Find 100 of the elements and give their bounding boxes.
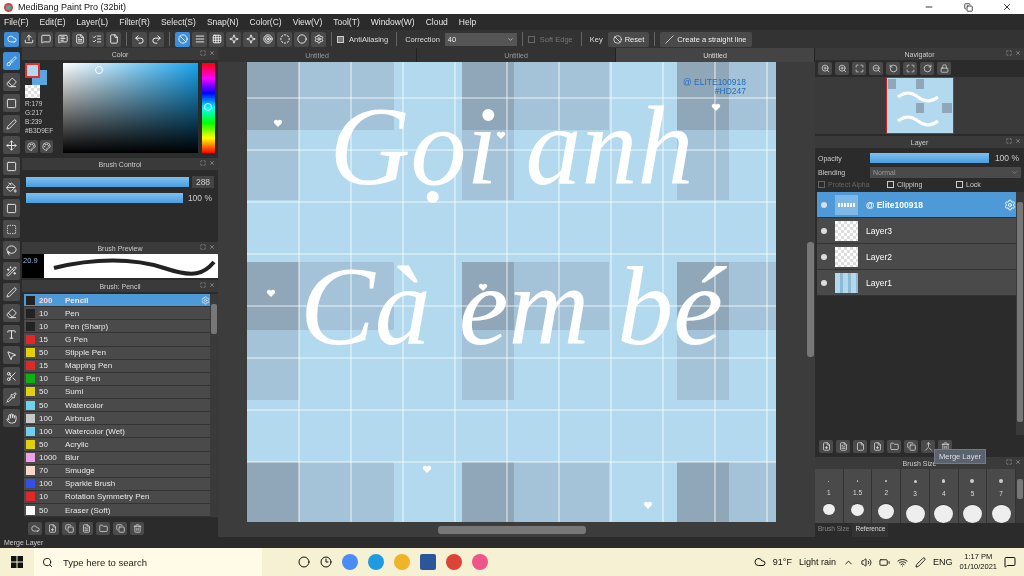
zoom-out-button[interactable] [869,62,883,75]
comment-button[interactable] [55,31,70,47]
brush-list-item[interactable]: 50 Watercolor [24,399,210,413]
lasso-tool[interactable] [2,241,20,259]
menu-item[interactable]: Window(W) [370,17,415,27]
menu-item[interactable]: Color(C) [249,17,282,27]
zoom-fit-button[interactable] [818,62,832,75]
brush-list-item[interactable]: 10 Pen (Sharp) [24,320,210,334]
visibility-icon[interactable] [821,279,827,286]
actual-size-button[interactable] [903,62,917,75]
windows-start-icon[interactable] [11,556,23,568]
pen-icon[interactable] [914,556,926,568]
rotate-left-button[interactable] [886,62,900,75]
undo-button[interactable] [132,31,147,47]
selection-eraser-tool[interactable] [2,304,20,322]
scissors-tool[interactable] [2,367,20,385]
taskbar-search-field[interactable]: Type here to search [61,555,262,569]
lock-button[interactable] [937,62,951,75]
export-button[interactable] [21,31,36,47]
menu-item[interactable]: Filter(R) [119,17,150,27]
page-button[interactable] [106,31,121,47]
snap-button[interactable] [226,31,241,47]
scrollbar[interactable] [1016,192,1024,435]
brush-list-item[interactable]: 100 Watercolor (Wet) [24,425,210,439]
gradient-tool[interactable] [2,199,20,217]
duplicate-layer-button[interactable] [904,439,918,453]
scrollbar[interactable] [210,294,218,517]
brush-settings-button[interactable] [79,521,93,535]
taskbar-app-icon[interactable] [472,554,488,570]
redo-button[interactable] [149,31,164,47]
brush-list-item[interactable]: 50 Acrylic [24,438,210,452]
layer-item[interactable]: Layer1 [817,270,1016,296]
eraser-tool[interactable] [2,73,20,91]
palette-button[interactable] [25,140,38,153]
snap-button[interactable] [277,31,292,47]
menu-item[interactable]: Help [458,17,477,27]
paint-bucket-tool[interactable] [2,178,20,196]
visibility-icon[interactable] [821,253,827,260]
volume-icon[interactable] [860,556,872,568]
zoom-in-button[interactable] [835,62,849,75]
color-settings-button[interactable] [40,140,53,153]
new-brush-button[interactable] [45,521,59,535]
magic-wand-tool[interactable] [2,262,20,280]
hand-tool[interactable] [2,409,20,427]
brush-add-button[interactable] [62,521,76,535]
taskbar-app-icon[interactable] [342,554,358,570]
snap-button[interactable] [192,31,207,47]
filled-square-tool[interactable] [2,157,20,175]
move-tool[interactable] [2,136,20,154]
snap-button[interactable] [260,31,275,47]
menu-item[interactable]: View(V) [292,17,323,27]
antialiasing-checkbox[interactable] [337,35,344,43]
menu-item[interactable]: Tool(T) [333,17,360,27]
snap-button[interactable] [209,31,224,47]
scrollbar[interactable] [1016,469,1024,523]
layer-item[interactable]: Layer3 [817,218,1016,244]
brush-tool[interactable] [2,52,20,70]
menu-item[interactable]: Snap(N) [206,17,239,27]
fit-button[interactable] [852,62,866,75]
snap-button[interactable] [311,31,326,47]
pen-tool[interactable] [2,115,20,133]
list-button[interactable] [89,31,104,47]
layer-opacity-slider[interactable] [870,153,989,163]
transparent-swatch[interactable] [25,85,40,98]
notifications-icon[interactable] [1004,556,1016,568]
battery-icon[interactable] [878,556,890,568]
menu-item[interactable]: Edit(E) [39,17,66,27]
delete-button[interactable] [130,521,144,535]
square-tool[interactable] [2,94,20,112]
new-layer-button[interactable] [819,439,833,453]
selection-pen-tool[interactable] [2,283,20,301]
visibility-icon[interactable] [821,227,827,234]
wifi-icon[interactable] [896,556,908,568]
brush-size-slider[interactable] [26,177,189,187]
cloud-button[interactable] [4,31,19,47]
color-swatches[interactable] [25,63,49,84]
rotate-right-button[interactable] [920,62,934,75]
brush-list-item[interactable]: 10 Pen [24,307,210,321]
taskbar-search-box[interactable]: Type here to search [34,548,262,576]
task-view-icon[interactable] [298,556,310,568]
language-indicator[interactable]: ENG [932,557,953,567]
menu-item[interactable]: Cloud [425,17,448,27]
snap-button[interactable] [243,31,258,47]
brush-list-item[interactable]: 50 Eraser (Soft) [24,504,210,517]
taskbar-app-icon[interactable] [446,554,462,570]
folder-button[interactable] [887,439,901,453]
duplicate-button[interactable] [113,521,127,535]
brush-list-item[interactable]: 15 G Pen [24,333,210,347]
eyedropper-tool[interactable] [2,388,20,406]
merge-layer-button[interactable] [921,439,935,453]
folder-button[interactable] [96,521,110,535]
speech-bubble-button[interactable] [38,31,53,47]
layer-item[interactable]: Layer2 [817,244,1016,270]
saturation-value-picker[interactable] [63,63,198,153]
timeline-icon[interactable] [320,556,332,568]
document-button[interactable] [72,31,87,47]
menu-item[interactable]: Layer(L) [76,17,109,27]
brush-list-item[interactable]: 100 Airbrush [24,412,210,426]
menu-item[interactable]: File(F) [4,17,29,27]
menu-item[interactable]: Select(S) [160,17,196,27]
